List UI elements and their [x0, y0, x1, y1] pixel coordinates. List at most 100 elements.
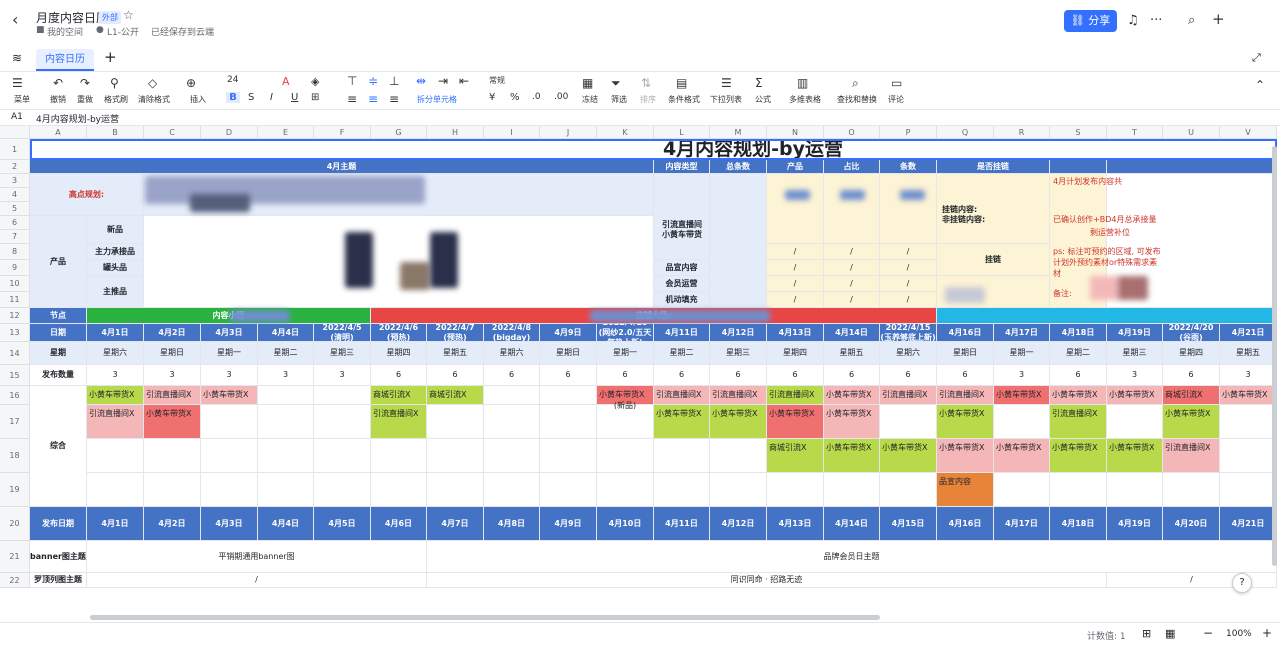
split-cells-button[interactable]: 拆分单元格: [417, 94, 457, 105]
slash-cell[interactable]: /: [880, 260, 937, 276]
date-cell[interactable]: 4月9日: [540, 324, 597, 342]
dropdown-list-icon[interactable]: ☰: [721, 76, 732, 90]
weekday-cell[interactable]: 星期四: [767, 342, 824, 365]
toolbar-find-replace[interactable]: 查找和替换: [837, 94, 877, 105]
weekday-cell[interactable]: 星期三: [1107, 342, 1163, 365]
product-label[interactable]: 产品: [30, 216, 87, 308]
align-left-icon[interactable]: ≡: [347, 92, 357, 106]
freeze-view-icon[interactable]: ▦: [1165, 627, 1175, 640]
empty-cell[interactable]: [1107, 473, 1163, 507]
menu-icon[interactable]: ☰: [12, 76, 23, 90]
row-header[interactable]: 3: [0, 174, 30, 188]
product-stat-cell[interactable]: [880, 174, 937, 244]
count-cell[interactable]: 3: [144, 365, 201, 386]
release-date-cell[interactable]: 4月19日: [1107, 507, 1163, 541]
row-header[interactable]: 20: [0, 507, 30, 541]
row-header[interactable]: 19: [0, 473, 30, 507]
empty-cell[interactable]: [540, 386, 597, 405]
empty-cell[interactable]: [371, 439, 427, 473]
redo-icon[interactable]: ↷: [80, 76, 90, 90]
toolbar-sort[interactable]: 排序: [640, 94, 656, 105]
count-cell[interactable]: 3: [201, 365, 258, 386]
content-cell[interactable]: 小黄车带货X: [1107, 386, 1163, 405]
date-cell[interactable]: 2022/4/6 (预热): [371, 324, 427, 342]
column-header[interactable]: O: [824, 126, 880, 139]
content-type-brand[interactable]: 品宣内容: [654, 260, 710, 276]
decimal-icon[interactable]: .0: [532, 92, 541, 102]
weekday-cell[interactable]: 星期日: [937, 342, 994, 365]
release-date-cell[interactable]: 4月11日: [654, 507, 710, 541]
empty-cell[interactable]: [314, 439, 371, 473]
cell-reference[interactable]: A1: [11, 112, 23, 122]
weekday-cell[interactable]: 星期日: [144, 342, 201, 365]
empty-cell[interactable]: [710, 439, 767, 473]
column-header[interactable]: K: [597, 126, 654, 139]
product-stat-cell[interactable]: [824, 174, 880, 244]
insert-icon[interactable]: ⊕: [186, 76, 196, 90]
weekday-label[interactable]: 星期: [30, 342, 87, 365]
count-cell[interactable]: 6: [654, 365, 710, 386]
weekday-cell[interactable]: 星期一: [994, 342, 1050, 365]
release-date-cell[interactable]: 4月1日: [87, 507, 144, 541]
empty-cell[interactable]: [484, 473, 540, 507]
toolbar-insert[interactable]: 插入: [190, 94, 206, 105]
empty-cell[interactable]: [994, 473, 1050, 507]
date-cell[interactable]: 2022/4/5 (清明): [314, 324, 371, 342]
empty-cell[interactable]: [201, 473, 258, 507]
content-cell[interactable]: 商城引流X: [767, 439, 824, 473]
multi-table-icon[interactable]: ▥: [797, 76, 808, 90]
content-cell[interactable]: 小黄车带货X: [1107, 439, 1163, 473]
total-cell[interactable]: [710, 174, 767, 308]
percent-icon[interactable]: %: [510, 92, 520, 103]
toolbar-format-painter[interactable]: 格式刷: [104, 94, 128, 105]
empty-cell[interactable]: [427, 439, 484, 473]
empty-cell[interactable]: [371, 473, 427, 507]
content-cell[interactable]: 引流直播间X: [1050, 405, 1107, 439]
release-date-cell[interactable]: 4月9日: [540, 507, 597, 541]
row-header[interactable]: 6: [0, 216, 30, 230]
toolbar-redo[interactable]: 重做: [77, 94, 93, 105]
format-painter-icon[interactable]: ⚲: [110, 76, 119, 90]
top-image-label[interactable]: 罗顶列图主题: [30, 573, 87, 588]
font-color-icon[interactable]: A: [282, 75, 290, 88]
collapse-toolbar-icon[interactable]: ⌃: [1255, 78, 1265, 92]
layers-icon[interactable]: ≋: [12, 51, 22, 65]
combo-label[interactable]: 综合: [30, 386, 87, 507]
hang-link-header[interactable]: 是否挂链: [937, 160, 1050, 174]
align-bottom-icon[interactable]: ⊥: [389, 74, 399, 88]
column-header[interactable]: S: [1050, 126, 1107, 139]
main-push-label[interactable]: 主力承接品: [87, 244, 144, 260]
slash-cell[interactable]: /: [880, 292, 937, 308]
count-cell[interactable]: 6: [597, 365, 654, 386]
row-header[interactable]: 7: [0, 230, 30, 244]
toolbar-dropdown-list[interactable]: 下拉列表: [710, 94, 742, 105]
column-header[interactable]: H: [427, 126, 484, 139]
count-cell[interactable]: 3: [87, 365, 144, 386]
content-cell[interactable]: 引流直播间X: [87, 405, 144, 439]
content-cell[interactable]: 小黄车带货X: [824, 386, 880, 405]
eraser-icon[interactable]: ◇: [148, 76, 157, 90]
align-middle-icon[interactable]: ≑: [368, 74, 378, 88]
comment-icon[interactable]: ▭: [891, 76, 902, 90]
back-icon[interactable]: ‹: [12, 10, 18, 29]
toolbar-freeze[interactable]: 冻结: [582, 94, 598, 105]
horizontal-scrollbar[interactable]: [90, 615, 880, 620]
date-cell[interactable]: 2022/4/20 (谷雨): [1163, 324, 1220, 342]
weekday-cell[interactable]: 星期三: [710, 342, 767, 365]
content-cell[interactable]: 小黄车带货X: [201, 386, 258, 405]
empty-cell[interactable]: [201, 439, 258, 473]
empty-cell[interactable]: [880, 405, 937, 439]
count-cell[interactable]: 3: [314, 365, 371, 386]
empty-cell[interactable]: [258, 439, 314, 473]
count-cell[interactable]: 3: [1220, 365, 1277, 386]
date-cell[interactable]: 4月11日: [654, 324, 710, 342]
count-cell[interactable]: 6: [484, 365, 540, 386]
empty-cell[interactable]: [597, 439, 654, 473]
content-cell[interactable]: 小黄车带货X: [824, 405, 880, 439]
content-cell[interactable]: 引流直播间X: [880, 386, 937, 405]
date-label[interactable]: 日期: [30, 324, 87, 342]
release-date-cell[interactable]: 4月20日: [1163, 507, 1220, 541]
empty-cell[interactable]: [654, 439, 710, 473]
date-cell[interactable]: 4月4日: [258, 324, 314, 342]
toolbar-undo[interactable]: 撤销: [50, 94, 66, 105]
